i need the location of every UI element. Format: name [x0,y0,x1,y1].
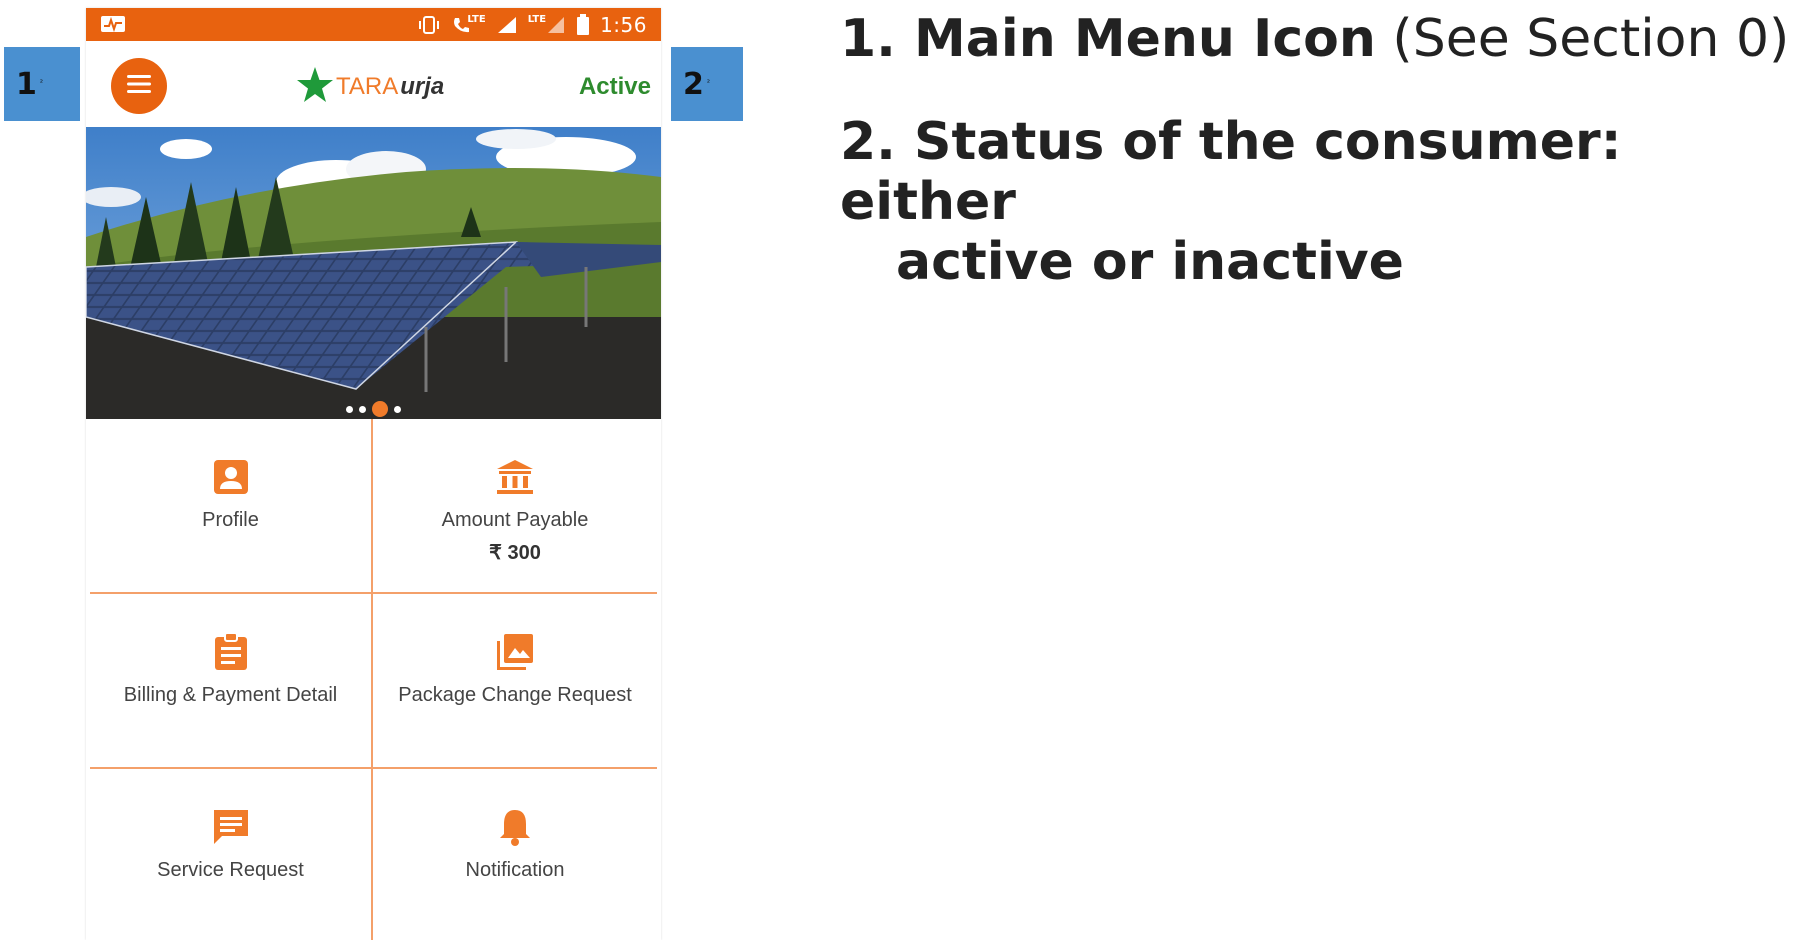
carousel-dot[interactable] [394,405,401,413]
activity-notification-icon [100,14,126,34]
tile-package-change[interactable]: Package Change Request [373,594,657,769]
carousel-dot[interactable] [346,405,353,413]
lte-label: LTE [467,14,486,25]
status-icons: LTE LTE 1:56 [417,8,647,41]
tile-label: Amount Payable [441,509,589,531]
callout-superscript: ² [706,77,711,87]
tile-label: Service Request [157,859,304,881]
tile-label: Billing & Payment Detail [123,684,338,706]
annotation-notes: 1. Main Menu Icon (See Section 0) 2. Sta… [840,8,1790,292]
banner-carousel[interactable] [86,127,661,419]
clipboard-icon [209,630,253,674]
bell-icon [493,805,537,849]
callout-number: 1 [16,66,37,102]
tile-label: Notification [465,859,565,881]
hamburger-icon [125,72,153,100]
tile-label: Package Change Request [398,684,632,706]
lte-label: LTE [527,14,547,25]
android-status-bar: LTE LTE 1:56 [86,8,661,41]
vibrate-icon [417,15,441,35]
note-2-line-2: active or inactive [896,232,1404,292]
battery-icon [576,13,590,36]
callout-superscript: ² [39,77,44,87]
main-menu-button[interactable] [111,58,167,114]
tile-service-request[interactable]: Service Request [90,769,373,940]
phone-screen: LTE LTE 1:56 TARA urja Active Profile Am… [86,8,661,940]
profile-icon [209,455,253,499]
note-1-title: 1. Main Menu Icon [840,9,1376,69]
callout-marker-1: 1 ² [4,47,80,121]
note-status: 2. Status of the consumer: either active… [840,112,1790,292]
carousel-indicator [86,401,661,417]
consumer-status: Active [578,73,651,100]
signal-lte-icon: LTE [527,14,566,35]
star-icon [296,66,334,108]
note-2-line-1: 2. Status of the consumer: either [840,112,1622,232]
amount-value: ₹ 300 [489,542,541,564]
tile-profile[interactable]: Profile [90,419,373,594]
call-lte-icon: LTE [451,14,486,35]
tile-notification[interactable]: Notification [373,769,657,940]
tile-amount-payable[interactable]: Amount Payable ₹ 300 [373,419,657,594]
solar-panels-image [86,127,661,419]
tile-label: Profile [202,509,259,531]
menu-grid: Profile Amount Payable ₹ 300 Billing & P… [90,419,657,940]
callout-marker-2: 2 ² [671,47,743,121]
logo-text-tara: TARA [336,73,399,100]
logo-text-urja: urja [400,73,445,100]
gallery-icon [493,630,537,674]
note-main-menu: 1. Main Menu Icon (See Section 0) [840,8,1790,70]
note-1-reference: (See Section 0) [1375,9,1790,69]
carousel-dot[interactable] [359,405,366,413]
bank-icon [493,455,537,499]
clock: 1:56 [600,12,647,37]
callout-number: 2 [683,66,704,102]
signal-icon [496,15,518,35]
carousel-dot-active[interactable] [372,401,388,417]
message-icon [209,805,253,849]
app-bar: TARA urja Active [86,41,661,127]
tile-billing-payment[interactable]: Billing & Payment Detail [90,594,373,769]
taraurja-logo: TARA urja [296,67,444,107]
